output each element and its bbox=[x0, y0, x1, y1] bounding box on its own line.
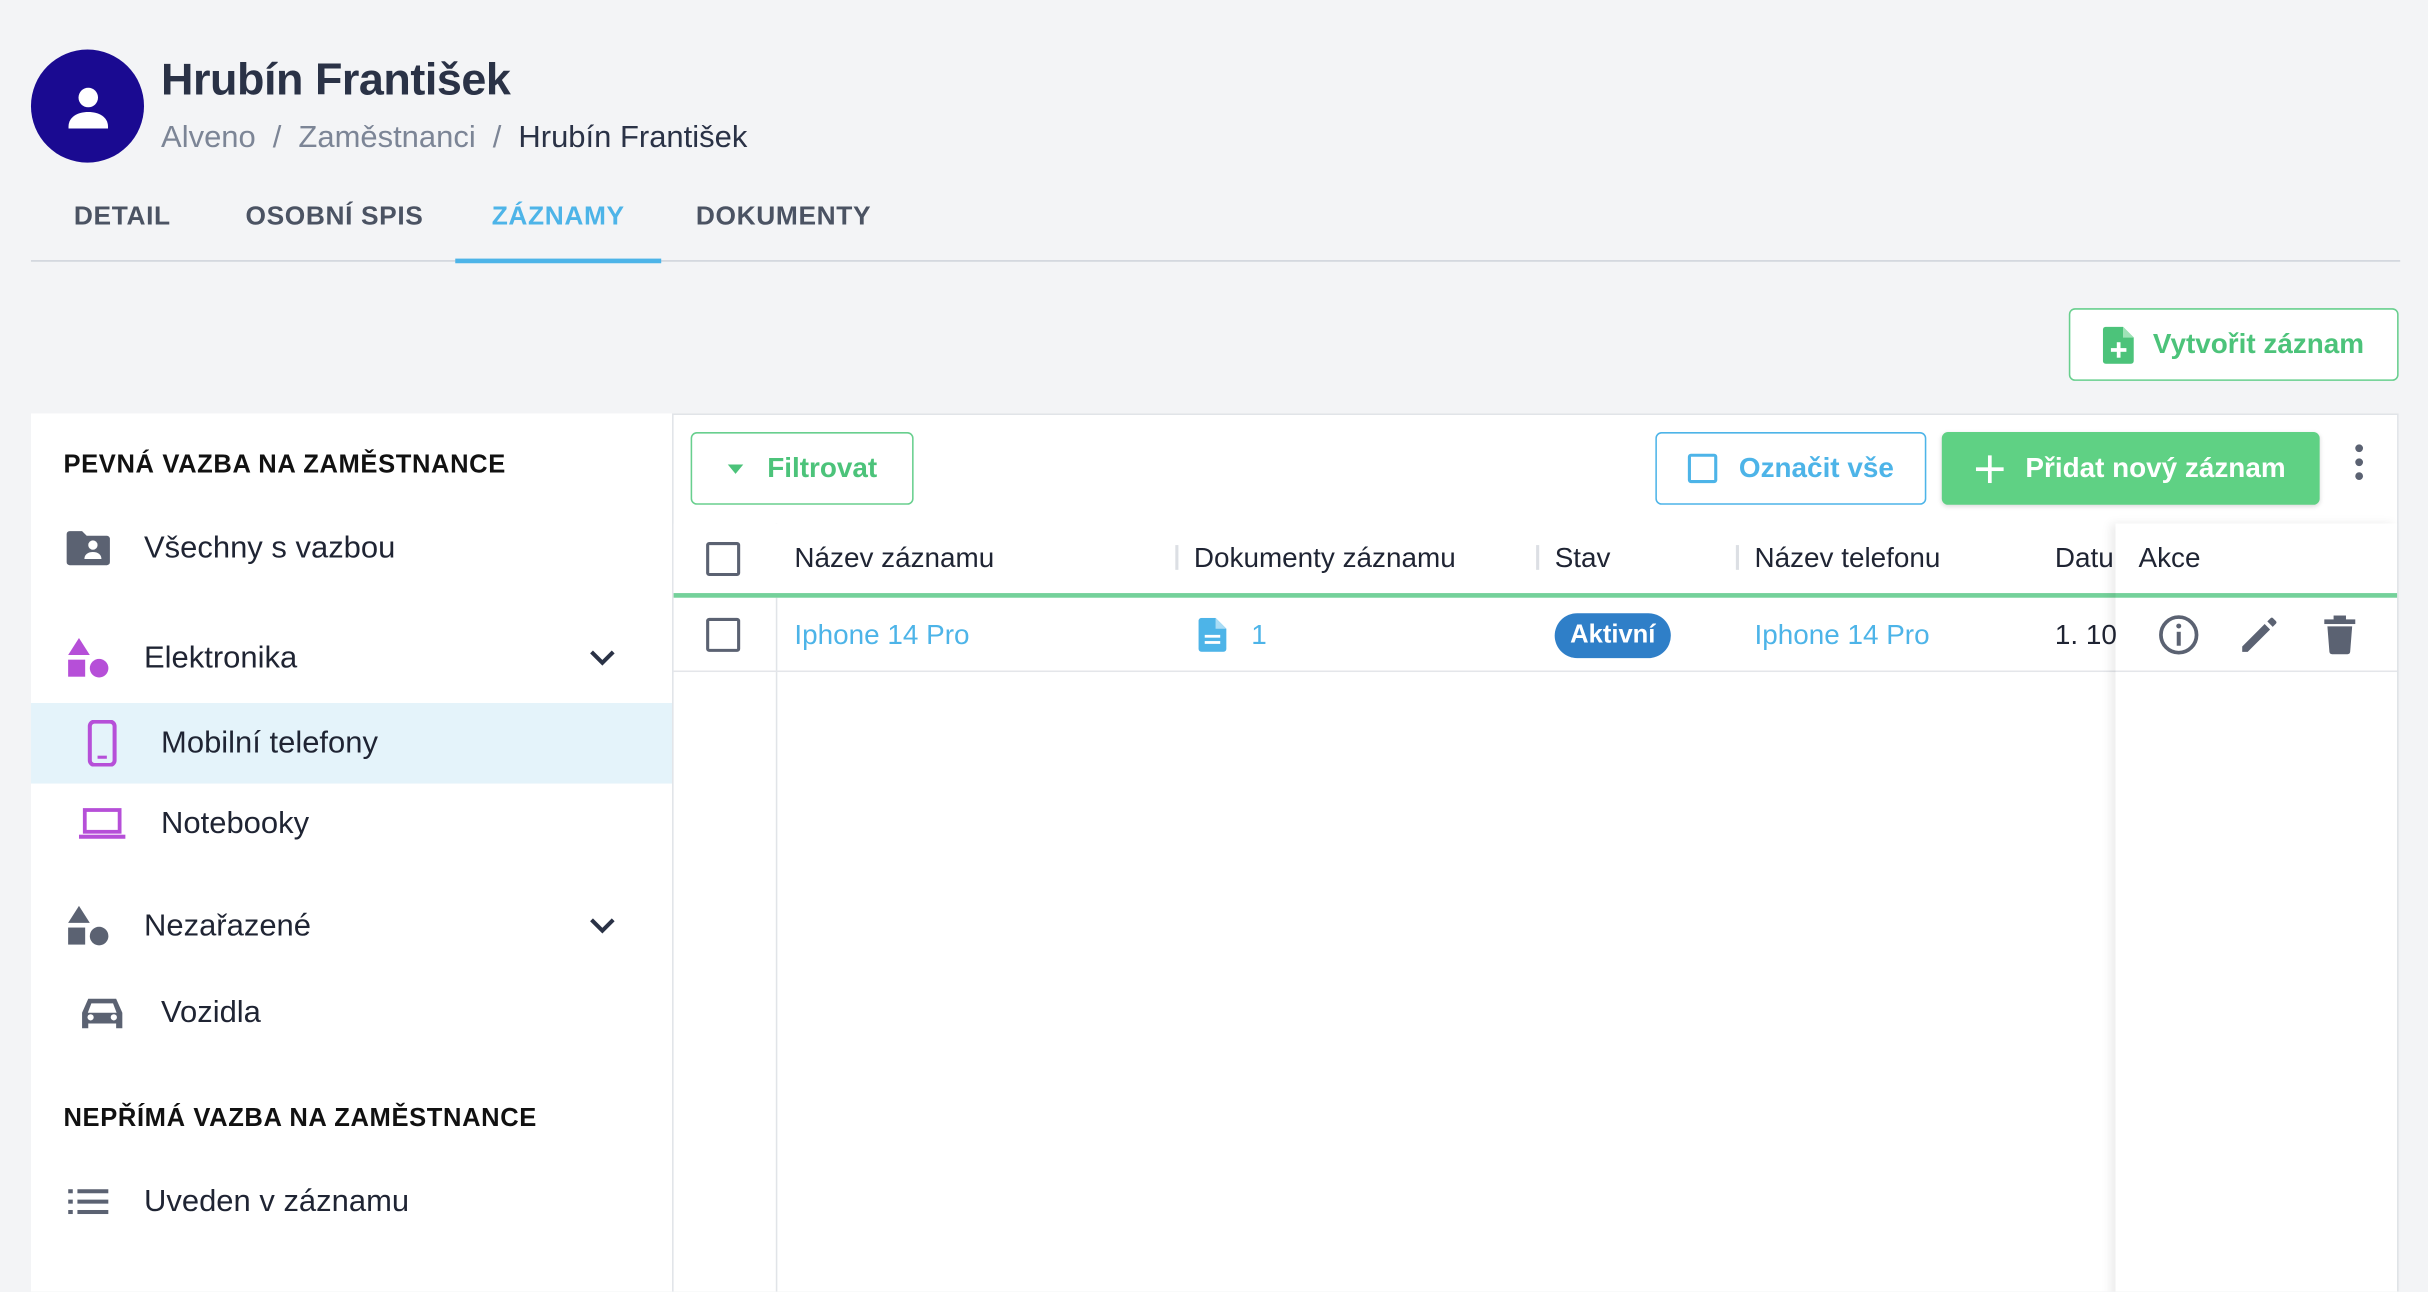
sidebar-item-label: Všechny s vazbou bbox=[144, 530, 396, 565]
sidebar-item-label: Vozidla bbox=[161, 994, 261, 1029]
row-checkbox[interactable] bbox=[706, 598, 741, 672]
sidebar-item-mobile-phones[interactable]: Mobilní telefony bbox=[30, 703, 673, 784]
folder-person-icon bbox=[65, 525, 111, 571]
breadcrumb-item-alveno[interactable]: Alveno bbox=[161, 121, 256, 157]
sidebar-item-unassigned[interactable]: Nezařazené bbox=[31, 886, 672, 967]
select-all-checkbox[interactable] bbox=[706, 523, 741, 593]
laptop-icon bbox=[78, 801, 126, 847]
breadcrumb-separator: / bbox=[492, 120, 502, 155]
file-plus-icon bbox=[2103, 325, 2135, 364]
column-header-phone-name[interactable]: Název telefonu bbox=[1735, 523, 1940, 593]
sidebar: PEVNÁ VAZBA NA ZAMĚSTNANCE Všechny s vaz… bbox=[30, 413, 673, 1292]
record-documents[interactable]: 1 bbox=[1198, 598, 1267, 672]
status-cell: Aktivní bbox=[1554, 598, 1671, 672]
list-icon bbox=[65, 1178, 111, 1224]
sidebar-item-label: Notebooky bbox=[161, 805, 310, 841]
sidebar-item-vehicles[interactable]: Vozidla bbox=[31, 972, 672, 1053]
more-options-icon[interactable] bbox=[2343, 438, 2374, 484]
filter-label: Filtrovat bbox=[767, 452, 878, 484]
sidebar-section-direct: PEVNÁ VAZBA NA ZAMĚSTNANCE bbox=[63, 450, 506, 479]
documents-count[interactable]: 1 bbox=[1251, 619, 1267, 652]
breadcrumb: Alveno / Zaměstnanci / Hrubín František bbox=[161, 121, 747, 157]
breadcrumb-item-employees[interactable]: Zaměstnanci bbox=[298, 121, 475, 157]
sidebar-item-notebooks[interactable]: Notebooky bbox=[31, 784, 672, 865]
add-new-record-button[interactable]: Přidat nový záznam bbox=[1941, 432, 2320, 505]
phone-name-link[interactable]: Iphone 14 Pro bbox=[1754, 598, 1929, 672]
column-header-documents[interactable]: Dokumenty záznamu bbox=[1175, 523, 1456, 593]
chevron-down-icon[interactable] bbox=[588, 649, 616, 668]
mark-all-label: Označit vše bbox=[1738, 452, 1894, 484]
sidebar-item-mentioned-in-record[interactable]: Uveden v záznamu bbox=[31, 1161, 672, 1242]
sidebar-item-all-linked[interactable]: Všechny s vazbou bbox=[31, 508, 672, 589]
add-new-record-label: Přidat nový záznam bbox=[2025, 452, 2286, 484]
column-header-date[interactable]: Datu bbox=[2055, 523, 2117, 593]
caret-down-icon bbox=[728, 463, 745, 474]
filter-button[interactable]: Filtrovat bbox=[690, 432, 914, 505]
avatar bbox=[30, 49, 145, 163]
breadcrumb-item-current: Hrubín František bbox=[518, 120, 748, 155]
page-title: Hrubín František bbox=[161, 55, 511, 106]
car-icon bbox=[79, 989, 125, 1035]
mark-all-button[interactable]: Označit vše bbox=[1655, 432, 1927, 505]
tab-bar: DETAIL OSOBNÍ SPIS ZÁZNAMY DOKUMENTY bbox=[30, 173, 2401, 264]
sidebar-item-label: Mobilní telefony bbox=[161, 725, 378, 760]
document-icon bbox=[1198, 617, 1227, 652]
record-date: 1. 10. bbox=[2054, 618, 2117, 650]
tab-records[interactable]: ZÁZNAMY bbox=[455, 173, 662, 264]
actions-column bbox=[2115, 523, 2397, 1291]
person-icon bbox=[67, 87, 108, 128]
checkbox-icon bbox=[1687, 453, 1718, 484]
tab-personal-file[interactable]: OSOBNÍ SPIS bbox=[214, 173, 456, 260]
chevron-down-icon[interactable] bbox=[588, 917, 616, 936]
column-header-status[interactable]: Stav bbox=[1536, 523, 1610, 593]
sidebar-item-label: Nezařazené bbox=[144, 908, 312, 943]
record-name-link[interactable]: Iphone 14 Pro bbox=[794, 598, 969, 672]
plus-icon bbox=[1975, 454, 2004, 483]
sidebar-item-label: Elektronika bbox=[144, 640, 298, 675]
breadcrumb-separator: / bbox=[272, 120, 282, 155]
sidebar-item-electronics[interactable]: Elektronika bbox=[31, 618, 672, 699]
sidebar-section-indirect: NEPŘÍMÁ VAZBA NA ZAMĚSTNANCE bbox=[63, 1104, 537, 1132]
status-badge: Aktivní bbox=[1554, 612, 1671, 658]
column-header-name[interactable]: Název záznamu bbox=[794, 523, 994, 593]
shapes-icon bbox=[65, 635, 111, 681]
mobile-phone-icon bbox=[79, 720, 125, 767]
page: Hrubín František Alveno / Zaměstnanci / … bbox=[0, 0, 2428, 1292]
tab-detail[interactable]: DETAIL bbox=[31, 173, 214, 260]
create-record-label: Vytvořit záznam bbox=[2152, 328, 2365, 360]
create-record-button[interactable]: Vytvořit záznam bbox=[2068, 308, 2399, 381]
tab-documents[interactable]: DOKUMENTY bbox=[661, 173, 906, 260]
sidebar-item-label: Uveden v záznamu bbox=[144, 1183, 410, 1218]
shapes-icon bbox=[65, 903, 111, 949]
records-panel: Filtrovat Označit vše Přidat nový záznam… bbox=[672, 413, 2399, 1292]
